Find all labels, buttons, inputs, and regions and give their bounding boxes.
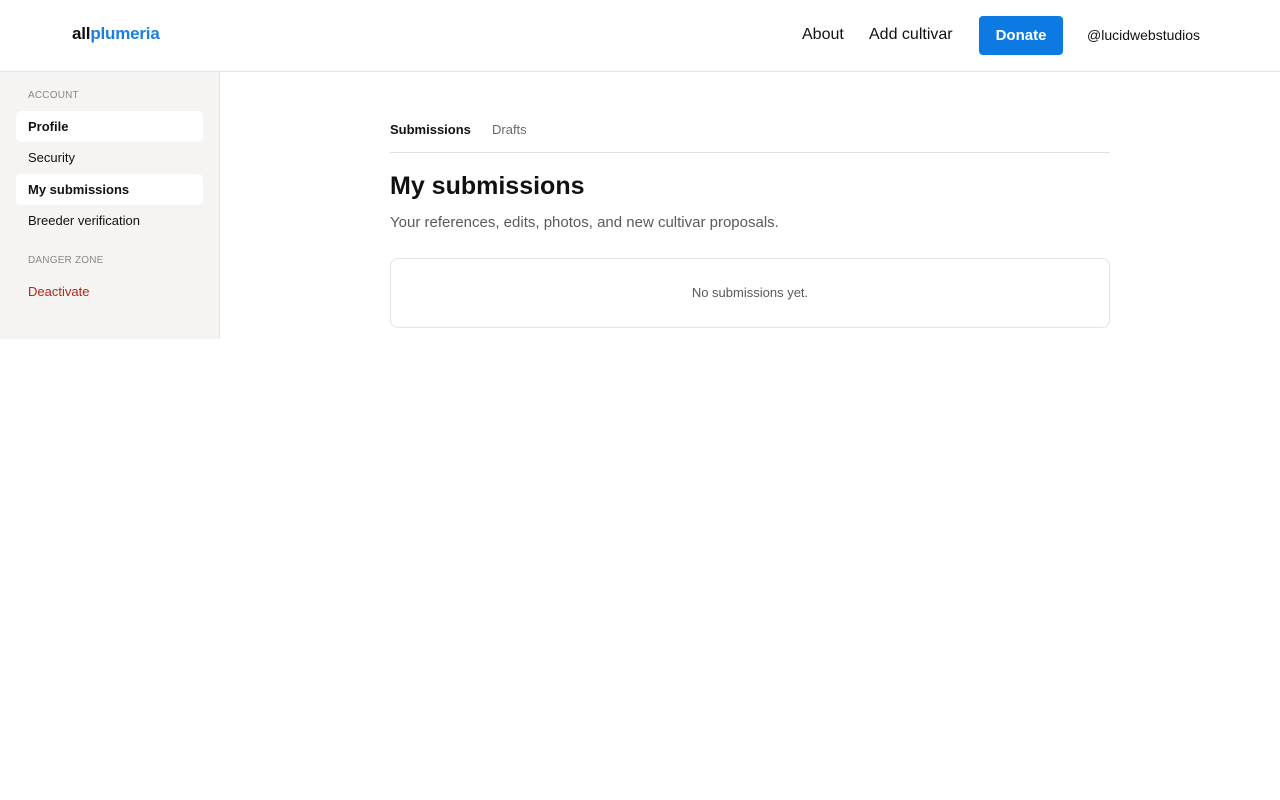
nav-link-add-cultivar[interactable]: Add cultivar: [869, 26, 953, 44]
sidebar-item-security[interactable]: Security: [16, 142, 203, 173]
sidebar-item-profile[interactable]: Profile: [16, 111, 203, 142]
empty-state-card: No submissions yet.: [390, 258, 1110, 328]
donate-button[interactable]: Donate: [979, 16, 1063, 55]
site-logo[interactable]: allplumeria: [72, 24, 160, 44]
sidebar-item-breeder-verification[interactable]: Breeder verification: [16, 205, 203, 236]
tab-drafts[interactable]: Drafts: [492, 122, 527, 137]
logo-text-all: all: [72, 24, 91, 43]
page-title: My submissions: [390, 172, 585, 200]
page-subtitle: Your references, edits, photos, and new …: [390, 214, 779, 231]
tab-submissions[interactable]: Submissions: [390, 122, 471, 137]
section-label-danger-zone: DANGER ZONE: [28, 255, 104, 266]
sidebar-item-deactivate[interactable]: Deactivate: [16, 276, 203, 307]
sidebar-item-my-submissions[interactable]: My submissions: [16, 174, 203, 205]
top-navigation-bar: allplumeria About Add cultivar Donate @l…: [0, 0, 1280, 72]
user-account-link[interactable]: @lucidwebstudios: [1087, 27, 1200, 43]
logo-text-plumeria: plumeria: [90, 24, 160, 43]
empty-state-message: No submissions yet.: [691, 285, 809, 300]
nav-link-about[interactable]: About: [802, 26, 844, 44]
section-label-account: ACCOUNT: [28, 90, 79, 101]
submissions-tabs: Submissions Drafts: [390, 122, 1110, 153]
account-sidebar: ACCOUNT Profile Security My submissions …: [0, 72, 220, 339]
